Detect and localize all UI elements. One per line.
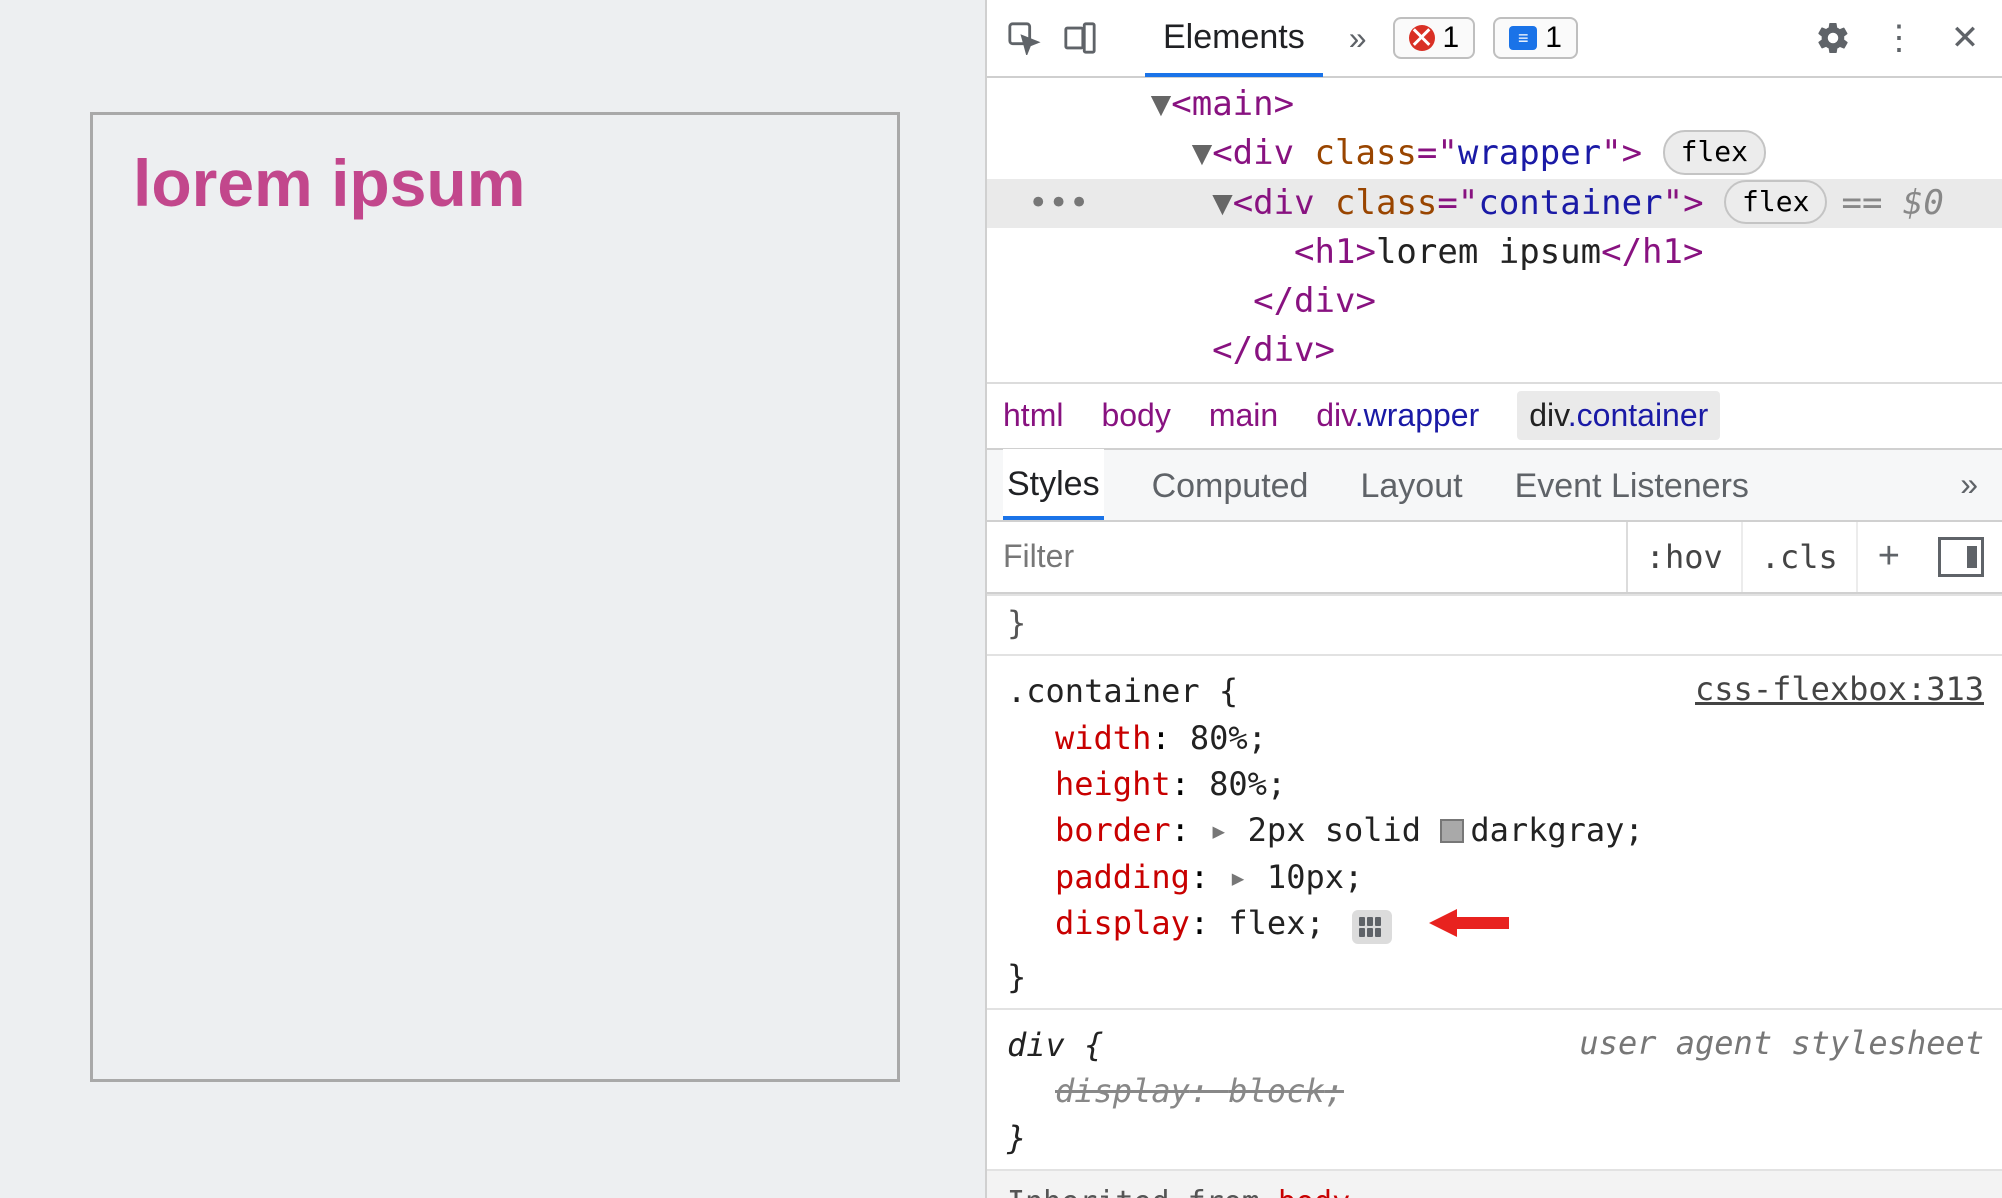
inherited-from-bar: Inherited from body <box>987 1171 2002 1198</box>
rule-container[interactable]: } <box>987 594 2002 656</box>
decl-padding[interactable]: padding: ▸ 10px; <box>1007 854 1982 900</box>
dom-tree[interactable]: ▼<main> ▼<div class="wrapper"> flex ••• … <box>987 78 2002 382</box>
container-box: lorem ipsum <box>90 112 900 1082</box>
devtools-panel: Elements » ✕ 1 ≡ 1 ⋮ ✕ ▼<main> <box>985 0 2002 1198</box>
dom-node-main[interactable]: ▼<main> <box>987 80 2002 129</box>
settings-icon[interactable] <box>1814 19 1852 57</box>
decl-display-overridden[interactable]: display: block; <box>1007 1068 1982 1114</box>
inspect-icon[interactable] <box>1005 19 1043 57</box>
dom-node-wrapper[interactable]: ▼<div class="wrapper"> flex <box>987 129 2002 178</box>
styles-filter-input[interactable] <box>987 522 1628 592</box>
rule-container[interactable]: css-flexbox:313 .container { width: 80%;… <box>987 656 2002 1010</box>
flex-badge[interactable]: flex <box>1724 180 1827 225</box>
flex-badge[interactable]: flex <box>1663 130 1766 175</box>
more-tabs-icon[interactable]: » <box>1341 20 1375 57</box>
crumb-container[interactable]: div.container <box>1517 391 1720 440</box>
device-toggle-icon[interactable] <box>1061 19 1099 57</box>
hov-toggle[interactable]: :hov <box>1628 522 1743 592</box>
selected-marker: == $0 <box>1841 183 1943 223</box>
styles-rules: } css-flexbox:313 .container { width: 80… <box>987 594 2002 1198</box>
tab-event-listeners[interactable]: Event Listeners <box>1511 451 1753 518</box>
crumb-main[interactable]: main <box>1209 397 1278 434</box>
crumb-body[interactable]: body <box>1101 397 1170 434</box>
breadcrumb: html body main div.wrapper div.container <box>987 382 2002 448</box>
color-swatch[interactable] <box>1440 819 1464 843</box>
error-count: 1 <box>1443 21 1460 55</box>
message-count: 1 <box>1545 21 1562 55</box>
styles-tabstrip: Styles Computed Layout Event Listeners » <box>987 448 2002 522</box>
cls-toggle[interactable]: .cls <box>1743 522 1858 592</box>
rule-source-link[interactable]: css-flexbox:313 <box>1695 666 1984 712</box>
crumb-wrapper[interactable]: div.wrapper <box>1316 397 1479 434</box>
rule-close: } <box>1007 1115 1982 1161</box>
rule-close: } <box>1007 954 1982 1000</box>
flexbox-editor-icon[interactable] <box>1352 910 1392 944</box>
decl-display[interactable]: display: flex; <box>1007 900 1982 953</box>
rule-source-ua: user agent stylesheet <box>1579 1020 1984 1066</box>
devtools-toolbar: Elements » ✕ 1 ≡ 1 ⋮ ✕ <box>987 0 2002 78</box>
tab-computed[interactable]: Computed <box>1148 451 1313 518</box>
annotation-arrow-icon <box>1429 905 1509 953</box>
dom-close-container[interactable]: </div> <box>987 277 2002 326</box>
close-icon[interactable]: ✕ <box>1946 19 1984 57</box>
message-icon: ≡ <box>1509 26 1537 50</box>
page-heading: lorem ipsum <box>133 145 857 221</box>
decl-border[interactable]: border: ▸ 2px solid darkgray; <box>1007 807 1982 853</box>
tab-layout[interactable]: Layout <box>1356 451 1466 518</box>
error-badge[interactable]: ✕ 1 <box>1393 17 1476 59</box>
dom-close-wrapper[interactable]: </div> <box>987 326 2002 375</box>
crumb-html[interactable]: html <box>1003 397 1063 434</box>
error-icon: ✕ <box>1409 25 1435 51</box>
more-styles-tabs-icon[interactable]: » <box>1952 466 1986 503</box>
kebab-icon[interactable]: ⋮ <box>1880 19 1918 57</box>
dom-node-h1[interactable]: <h1>lorem ipsum</h1> <box>987 228 2002 277</box>
rendered-page: lorem ipsum <box>0 0 985 1198</box>
decl-width[interactable]: width: 80%; <box>1007 715 1982 761</box>
toggle-computed-sidebar-icon[interactable] <box>1938 537 1984 577</box>
styles-filter-bar: :hov .cls + <box>987 522 2002 594</box>
rule-div-ua[interactable]: user agent stylesheet div { display: blo… <box>987 1010 2002 1171</box>
tab-elements[interactable]: Elements <box>1145 0 1323 77</box>
new-style-rule-button[interactable]: + <box>1858 535 1920 578</box>
message-badge[interactable]: ≡ 1 <box>1493 17 1578 59</box>
tab-styles[interactable]: Styles <box>1003 449 1104 520</box>
dom-node-container[interactable]: ••• ▼<div class="container"> flex== $0 <box>987 179 2002 228</box>
decl-height[interactable]: height: 80%; <box>1007 761 1982 807</box>
